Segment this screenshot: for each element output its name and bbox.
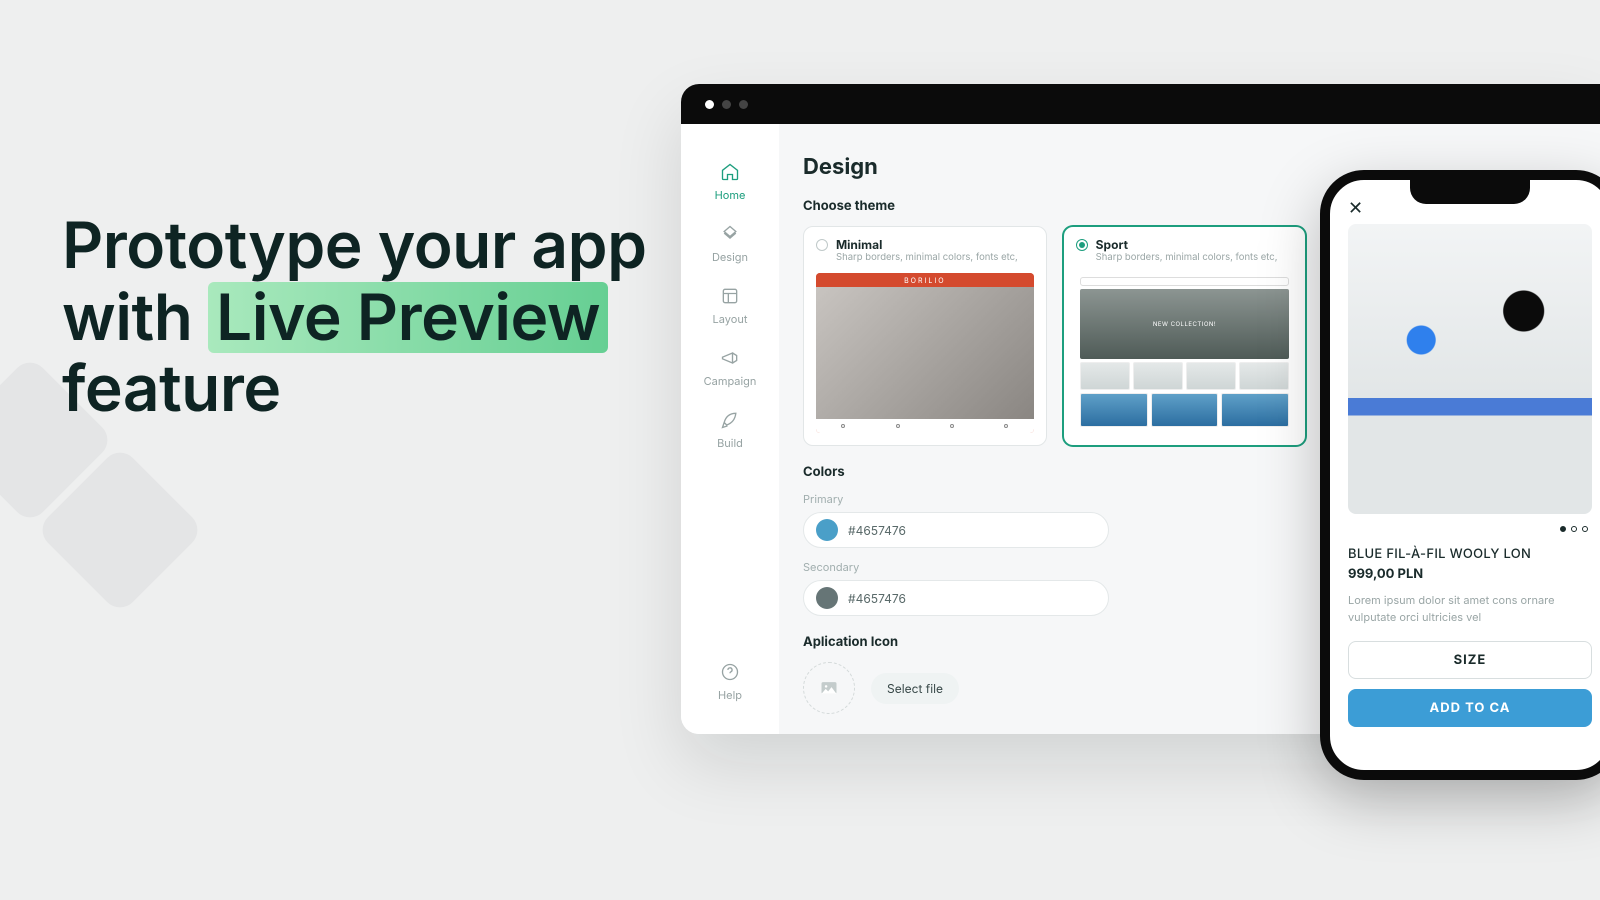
traffic-light-max[interactable] xyxy=(739,100,748,109)
phone-notch xyxy=(1410,180,1530,204)
theme-card-sport[interactable]: Sport Sharp borders, minimal colors, fon… xyxy=(1063,226,1307,446)
sidebar-item-label: Help xyxy=(718,688,742,702)
sidebar-item-label: Campaign xyxy=(704,374,757,388)
color-swatch-icon xyxy=(816,587,838,609)
theme-name: Sport xyxy=(1096,237,1278,252)
product-title: BLUE FIL-À-FIL WOOLY LON xyxy=(1348,546,1592,562)
color-value: #4657476 xyxy=(848,523,906,538)
campaign-icon xyxy=(720,348,740,368)
theme-name: Minimal xyxy=(836,237,1018,252)
layout-icon xyxy=(720,286,740,306)
product-desc: Lorem ipsum dolor sit amet cons ornare v… xyxy=(1348,592,1592,625)
hero-line2-pre: with xyxy=(62,279,208,356)
build-icon xyxy=(720,410,740,430)
theme-thumb-sport: NEW COLLECTION! xyxy=(1076,273,1294,433)
traffic-light-min[interactable] xyxy=(722,100,731,109)
theme-desc: Sharp borders, minimal colors, fonts etc… xyxy=(1096,252,1278,265)
phone-preview: ✕ BLUE FIL-À-FIL WOOLY LON 999,00 PLN Lo… xyxy=(1320,170,1600,780)
pager-dots[interactable] xyxy=(1348,526,1592,532)
product-image xyxy=(1348,224,1592,514)
hero-highlight: Live Preview xyxy=(208,282,608,354)
design-icon xyxy=(720,224,740,244)
hero-line1: Prototype your app xyxy=(62,207,647,284)
app-icon-placeholder[interactable] xyxy=(803,662,855,714)
theme-desc: Sharp borders, minimal colors, fonts etc… xyxy=(836,252,1018,265)
sidebar-item-help[interactable]: Help xyxy=(718,662,742,702)
hero-headline: Prototype your app with Live Preview fea… xyxy=(62,210,662,425)
sidebar-item-home[interactable]: Home xyxy=(715,162,746,202)
sidebar-item-build[interactable]: Build xyxy=(717,410,743,450)
color-value: #4657476 xyxy=(848,591,906,606)
hero-line3: feature xyxy=(62,350,281,427)
home-icon xyxy=(720,162,740,182)
select-file-button[interactable]: Select file xyxy=(871,673,959,704)
sidebar-item-design[interactable]: Design xyxy=(712,224,748,264)
window-titlebar xyxy=(681,84,1600,124)
sidebar-item-label: Design xyxy=(712,250,748,264)
add-to-cart-button[interactable]: ADD TO CA xyxy=(1348,689,1592,727)
color-field-secondary[interactable]: #4657476 xyxy=(803,580,1109,616)
sidebar-item-label: Build xyxy=(717,436,743,450)
sidebar-item-label: Home xyxy=(715,188,746,202)
help-icon xyxy=(720,662,740,682)
size-button[interactable]: SIZE xyxy=(1348,641,1592,679)
sidebar-item-layout[interactable]: Layout xyxy=(713,286,748,326)
thumb-brand: BORILIO xyxy=(816,273,1034,287)
radio-icon xyxy=(816,239,828,251)
image-icon xyxy=(819,678,839,698)
theme-thumb-minimal: BORILIO xyxy=(816,273,1034,433)
sidebar: Home Design Layout Campaign Build Help xyxy=(681,124,779,734)
color-swatch-icon xyxy=(816,519,838,541)
radio-icon xyxy=(1076,239,1088,251)
sidebar-item-label: Layout xyxy=(713,312,748,326)
sidebar-item-campaign[interactable]: Campaign xyxy=(704,348,757,388)
traffic-light-close[interactable] xyxy=(705,100,714,109)
color-field-primary[interactable]: #4657476 xyxy=(803,512,1109,548)
product-price: 999,00 PLN xyxy=(1348,566,1592,582)
thumb-hero: NEW COLLECTION! xyxy=(1080,289,1290,359)
theme-card-minimal[interactable]: Minimal Sharp borders, minimal colors, f… xyxy=(803,226,1047,446)
close-icon[interactable]: ✕ xyxy=(1348,202,1364,218)
